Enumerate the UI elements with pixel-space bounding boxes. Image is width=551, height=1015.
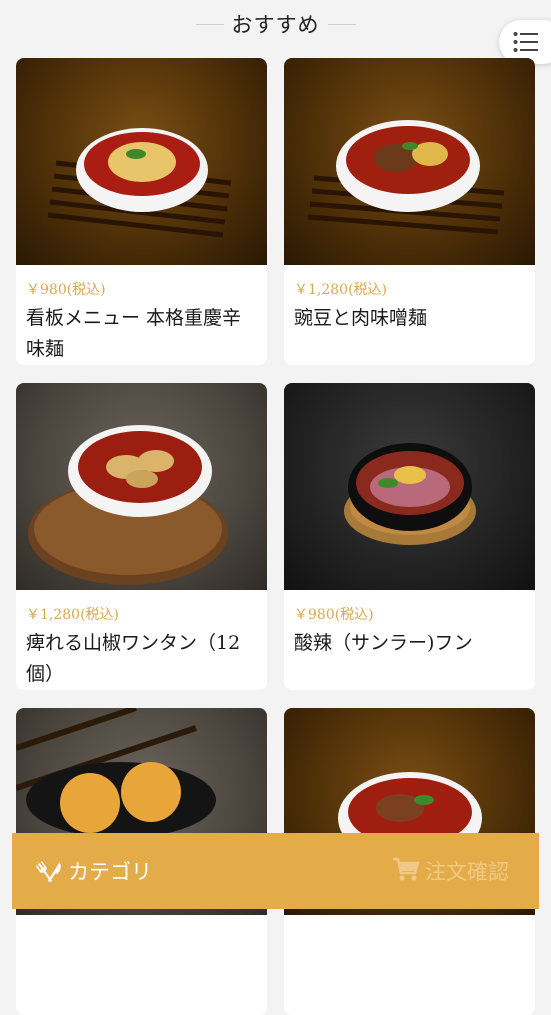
item-price: ￥1,280(税込) <box>294 282 388 298</box>
page-header: おすすめ <box>0 0 551 48</box>
order-confirm-button[interactable]: 注文確認 <box>391 855 509 887</box>
item-price: ￥980(税込) <box>26 282 106 298</box>
title-divider-right <box>327 23 356 25</box>
dish-image <box>16 383 267 590</box>
list-menu-icon <box>513 31 539 53</box>
cart-icon <box>391 855 421 887</box>
order-confirm-label: 注文確認 <box>425 860 509 884</box>
item-name: 酸辣（サンラー)フン <box>294 632 473 654</box>
item-name: 看板メニュー 本格重慶辛味麺 <box>26 307 242 360</box>
category-button[interactable]: カテゴリ <box>35 855 152 887</box>
title-divider-left <box>195 23 224 25</box>
fork-knife-icon <box>35 855 64 887</box>
item-price: ￥980(税込) <box>294 607 374 623</box>
dish-image <box>16 58 267 265</box>
dish-image <box>284 58 535 265</box>
menu-item-card[interactable]: ￥1,280(税込) 痺れる山椒ワンタン（12個） <box>16 383 267 690</box>
item-name: 痺れる山椒ワンタン（12個） <box>26 632 241 685</box>
menu-item-card[interactable]: ￥980(税込) 酸辣（サンラー)フン <box>284 383 535 690</box>
bottom-action-bar: カテゴリ 注文確認 <box>12 833 539 909</box>
dish-image <box>284 383 535 590</box>
page-title: おすすめ <box>231 13 320 37</box>
menu-item-card[interactable]: ￥1,280(税込) 豌豆と肉味噌麺 <box>284 58 535 365</box>
item-name: 豌豆と肉味噌麺 <box>294 307 428 329</box>
menu-item-card[interactable]: ￥980(税込) 看板メニュー 本格重慶辛味麺 <box>16 58 267 365</box>
item-price: ￥1,280(税込) <box>26 607 120 623</box>
category-label: カテゴリ <box>68 860 152 884</box>
